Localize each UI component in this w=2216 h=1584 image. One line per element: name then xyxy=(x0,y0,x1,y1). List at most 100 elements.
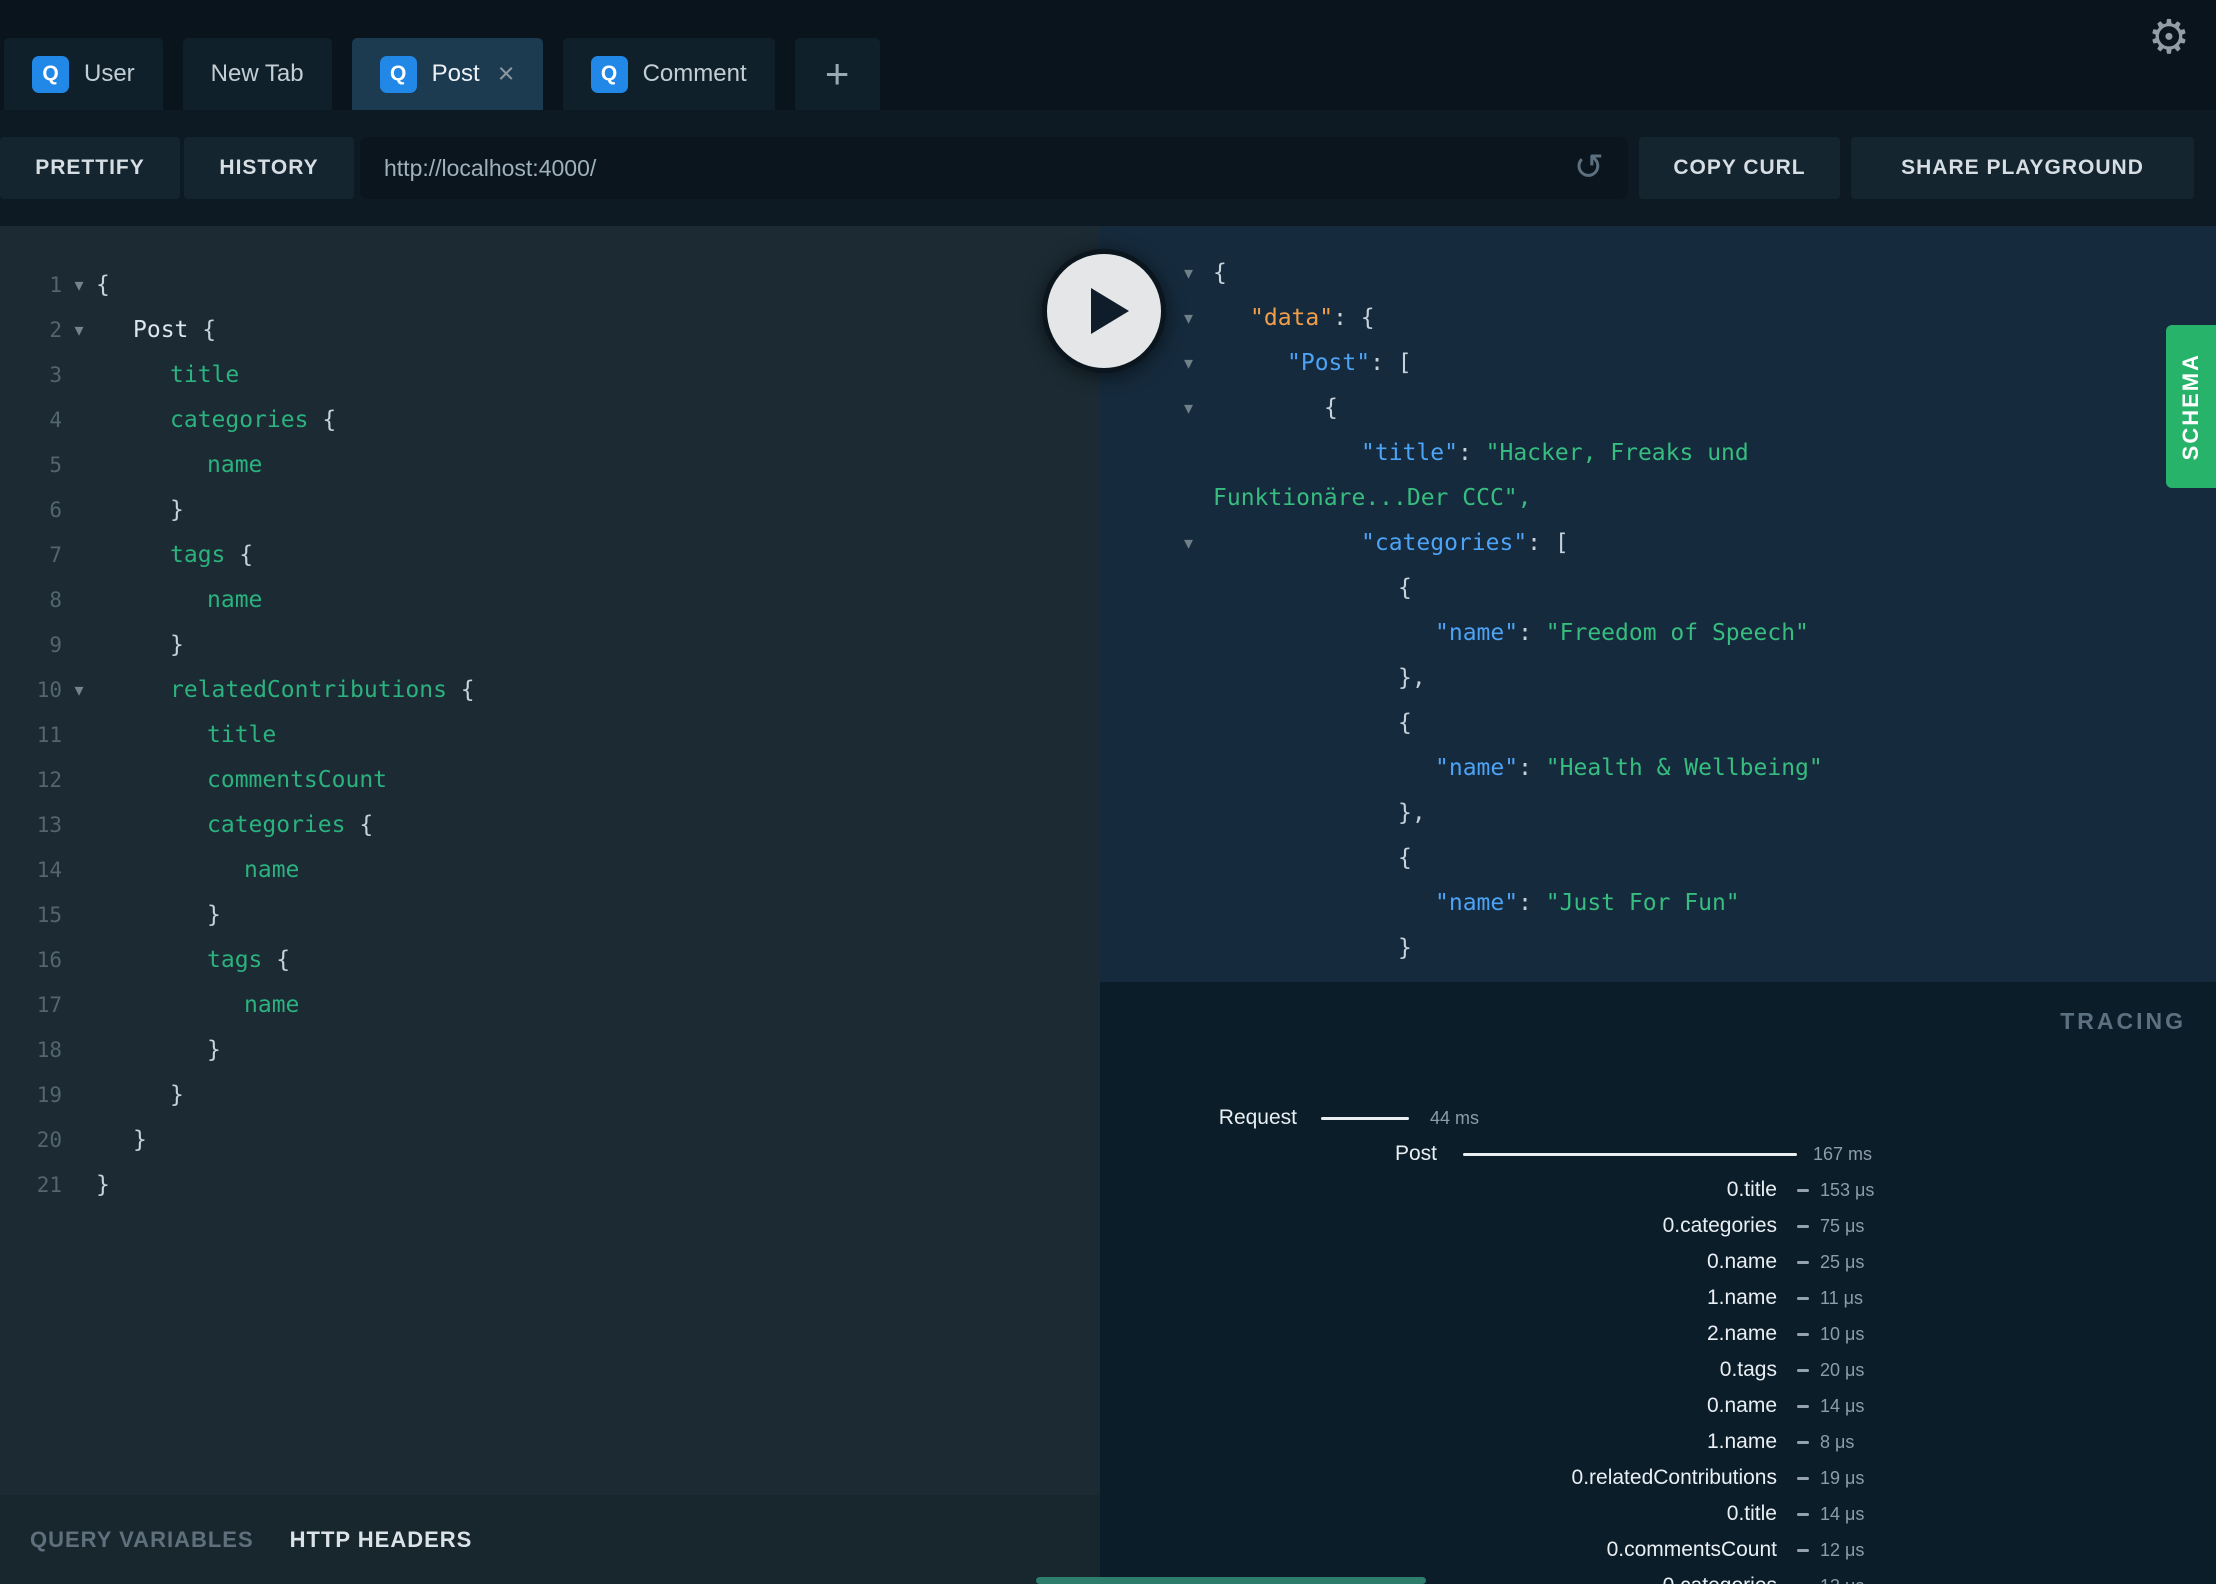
fold-icon[interactable]: ▾ xyxy=(62,308,96,353)
trace-dash xyxy=(1797,1225,1809,1228)
response-line: ▾ "Post": [ xyxy=(1100,341,2216,386)
response-line: "name": "Health & Wellbeing" xyxy=(1100,746,2216,791)
code-line: 13 categories { xyxy=(0,803,1100,848)
code-line: 20} xyxy=(0,1118,1100,1163)
settings-gear-icon[interactable]: ⚙ xyxy=(2148,14,2190,61)
line-number: 10 xyxy=(36,678,62,702)
query-editor[interactable]: 1 ▾{2 ▾ Post {3 title 4 categories {5 name 6} 7 ta… xyxy=(0,226,1100,1495)
http-headers-tab[interactable]: HTTP HEADERS xyxy=(290,1527,473,1553)
line-number: 12 xyxy=(36,768,62,792)
code-text: } xyxy=(207,902,221,928)
tracing-rows: Request 44 ms Post 167 ms 0.title 153 μs 0.cat… xyxy=(1100,1100,2216,1584)
tab-post[interactable]: Q Post × xyxy=(351,38,543,110)
response-lines: ▾{▾ "data": {▾ "Post": [▾{"title": "Hacker… xyxy=(1100,226,2216,982)
response-line: ] xyxy=(1100,971,2216,982)
tab-user[interactable]: Q User xyxy=(4,38,163,110)
trace-row: 2.name 10 μs xyxy=(1100,1316,2216,1352)
query-variables-tab[interactable]: QUERY VARIABLES xyxy=(30,1527,254,1553)
code-line: 6} xyxy=(0,488,1100,533)
line-number: 21 xyxy=(36,1173,62,1197)
trace-time: 14 μs xyxy=(1820,1396,1865,1416)
trace-dash xyxy=(1797,1513,1809,1516)
collapse-icon[interactable]: ▾ xyxy=(1184,341,1193,386)
response-line: "name": "Freedom of Speech" xyxy=(1100,611,2216,656)
code-line: 12 commentsCount xyxy=(0,758,1100,803)
code-text: Post { xyxy=(133,317,217,343)
response-line: { xyxy=(1100,566,2216,611)
collapse-icon[interactable]: ▾ xyxy=(1184,296,1193,341)
response-line: { xyxy=(1100,836,2216,881)
trace-time: 8 μs xyxy=(1820,1432,1855,1452)
tab-list: Q User New Tab Q Post × Q Comment + xyxy=(4,38,880,110)
trace-time: 153 μs xyxy=(1820,1180,1875,1200)
url-input[interactable]: http://localhost:4000/ ↺ xyxy=(360,137,1628,199)
response-text: "data": { xyxy=(1250,305,1375,331)
code-text: } xyxy=(170,1082,184,1108)
trace-bar xyxy=(1463,1153,1797,1156)
trace-label: 0.title xyxy=(1726,1178,1777,1201)
plus-icon: + xyxy=(824,50,850,97)
line-number: 20 xyxy=(36,1128,62,1152)
prettify-button[interactable]: PRETTIFY xyxy=(0,137,180,199)
close-icon[interactable]: × xyxy=(498,59,515,89)
trace-time: 10 μs xyxy=(1820,1324,1865,1344)
code-line: 19} xyxy=(0,1073,1100,1118)
trace-label: 2.name xyxy=(1706,1322,1777,1345)
new-tab-button[interactable]: + xyxy=(794,38,880,110)
response-text: }, xyxy=(1398,665,1426,691)
response-line: { xyxy=(1100,701,2216,746)
trace-row: 0.name 25 μs xyxy=(1100,1244,2216,1280)
tab-label: Post xyxy=(431,60,480,87)
code-line: 4 categories { xyxy=(0,398,1100,443)
response-line: ▾{ xyxy=(1100,386,2216,431)
trace-bar xyxy=(1321,1117,1409,1120)
trace-time: 12 μs xyxy=(1820,1540,1865,1560)
code-text: } xyxy=(170,632,184,658)
line-number: 1 xyxy=(49,273,62,297)
code-text: } xyxy=(170,497,184,523)
line-number: 7 xyxy=(49,543,62,567)
code-text: title xyxy=(207,722,277,748)
share-playground-button[interactable]: SHARE PLAYGROUND xyxy=(1851,137,2194,199)
response-line: ▾ "data": { xyxy=(1100,296,2216,341)
line-number: 6 xyxy=(49,498,62,522)
tab-label: User xyxy=(84,60,135,87)
toolbar: PRETTIFY HISTORY http://localhost:4000/ … xyxy=(0,110,2216,226)
graphql-playground: Q User New Tab Q Post × Q Comment + ⚙ PRETTIFY H… xyxy=(0,0,2216,1584)
response-text: { xyxy=(1398,710,1412,736)
fold-icon[interactable]: ▾ xyxy=(62,668,96,713)
trace-row: Request 44 ms xyxy=(1100,1100,2216,1136)
response-line: "name": "Just For Fun" xyxy=(1100,881,2216,926)
collapse-icon[interactable]: ▾ xyxy=(1184,251,1193,296)
tab-label: New Tab xyxy=(210,60,304,87)
schema-tab[interactable]: SCHEMA xyxy=(2166,325,2216,488)
horizontal-scrollbar-thumb[interactable] xyxy=(1036,1577,1426,1584)
code-text: name xyxy=(207,587,263,613)
trace-time: 14 μs xyxy=(1820,1504,1865,1524)
history-button[interactable]: HISTORY xyxy=(184,137,354,199)
tab-new-tab[interactable]: New Tab xyxy=(182,38,332,110)
collapse-icon[interactable]: ▾ xyxy=(1184,386,1193,431)
line-number: 17 xyxy=(36,993,62,1017)
tab-comment[interactable]: Q Comment xyxy=(562,38,775,110)
trace-row: Post 167 ms xyxy=(1100,1136,2216,1172)
trace-time: 19 μs xyxy=(1820,1468,1865,1488)
trace-row: 0.categories 75 μs xyxy=(1100,1208,2216,1244)
trace-time: 25 μs xyxy=(1820,1252,1865,1272)
fold-icon[interactable]: ▾ xyxy=(62,263,96,308)
collapse-icon[interactable]: ▾ xyxy=(1184,521,1193,566)
code-text: categories { xyxy=(207,812,374,838)
copy-curl-button[interactable]: COPY CURL xyxy=(1639,137,1840,199)
trace-label: Request xyxy=(1218,1106,1297,1129)
line-number: 14 xyxy=(36,858,62,882)
reload-icon[interactable]: ↺ xyxy=(1574,150,1604,186)
execute-button[interactable] xyxy=(1042,249,1166,373)
trace-label: 0.commentsCount xyxy=(1606,1538,1777,1561)
